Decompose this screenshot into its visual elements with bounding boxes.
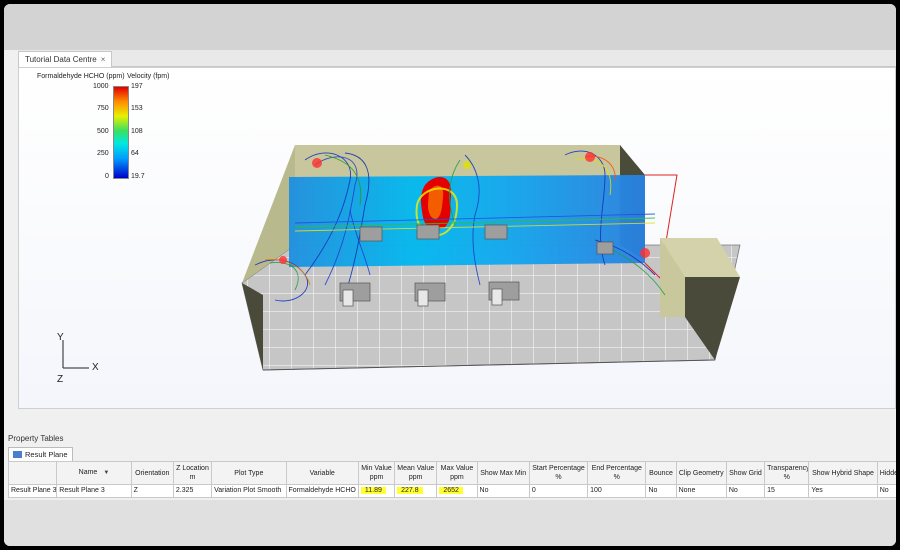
z-location-cell[interactable]: 2.325: [172, 484, 213, 498]
column-header[interactable]: Plot Type: [211, 461, 287, 485]
bottom-band: [4, 500, 896, 546]
hidden-cell[interactable]: No: [876, 484, 896, 498]
column-header[interactable]: Hidden: [876, 461, 896, 485]
video-frame: Tutorial Data Centre × Formaldehyde HCHO …: [4, 4, 896, 546]
column-header[interactable]: Z Location m: [172, 461, 213, 485]
axis-x-label: X: [92, 362, 99, 373]
column-header[interactable]: Min Value ppm: [357, 461, 396, 485]
column-header[interactable]: Bounce: [645, 461, 677, 485]
tab-label: Tutorial Data Centre: [25, 55, 97, 64]
name-cell[interactable]: Result Plane 3: [56, 484, 132, 498]
column-header[interactable]: Variable: [285, 461, 359, 485]
plot-type-cell[interactable]: Variation Plot Smooth: [211, 484, 287, 498]
column-header[interactable]: Start Percentage %: [528, 461, 589, 485]
property-table: Name ▼ Orientation Z Location m Plot Type…: [7, 461, 896, 498]
plane-icon: [13, 451, 22, 458]
column-header[interactable]: Show Grid: [725, 461, 766, 485]
sort-down-icon[interactable]: ▼: [103, 470, 109, 476]
close-icon[interactable]: ×: [101, 55, 106, 64]
column-header[interactable]: Max Value ppm: [436, 461, 478, 485]
3d-viewport[interactable]: Formaldehyde HCHO (ppm) Velocity (fpm) 1…: [18, 67, 896, 409]
tab-result-plane[interactable]: Result Plane: [8, 447, 73, 461]
row-header-cell[interactable]: Result Plane 3: [7, 484, 58, 498]
tab-result-plane-label: Result Plane: [25, 450, 68, 459]
column-header-name[interactable]: Name ▼: [56, 461, 132, 485]
axis-z-label: Z: [57, 374, 64, 385]
top-band: [4, 4, 896, 50]
axis-y-label: Y: [57, 332, 64, 343]
max-value-cell[interactable]: 2652: [436, 484, 478, 498]
show-hybrid-shape-cell[interactable]: Yes: [808, 484, 878, 498]
column-header[interactable]: Orientation: [130, 461, 174, 485]
table-row[interactable]: Result Plane 3 Result Plane 3 Z 2.325 Va…: [7, 484, 896, 498]
document-tab-bar: Tutorial Data Centre ×: [18, 50, 896, 67]
column-header: [7, 461, 58, 485]
column-header[interactable]: Clip Geometry: [675, 461, 727, 485]
mean-value-cell[interactable]: 227.8: [394, 484, 438, 498]
show-max-min-cell[interactable]: No: [476, 484, 530, 498]
data-centre-3d-scene: [241, 145, 741, 371]
variable-cell[interactable]: Formaldehyde HCHO: [285, 484, 359, 498]
bounce-cell[interactable]: No: [645, 484, 677, 498]
property-tables-label: Property Tables: [8, 434, 64, 443]
min-value-cell[interactable]: 11.89: [357, 484, 396, 498]
column-header[interactable]: Show Max Min: [476, 461, 530, 485]
transparency-cell[interactable]: 15: [764, 484, 810, 498]
column-header[interactable]: End Percentage %: [587, 461, 647, 485]
column-header[interactable]: Transparency %: [764, 461, 810, 485]
clip-geometry-cell[interactable]: None: [675, 484, 727, 498]
show-grid-cell[interactable]: No: [725, 484, 766, 498]
tab-tutorial-data-centre[interactable]: Tutorial Data Centre ×: [18, 51, 113, 67]
table-header-row: Name ▼ Orientation Z Location m Plot Type…: [7, 461, 896, 485]
end-percentage-cell[interactable]: 100: [587, 484, 647, 498]
column-header[interactable]: Show Hybrid Shape: [808, 461, 878, 485]
column-header[interactable]: Mean Value ppm: [394, 461, 438, 485]
orientation-cell[interactable]: Z: [130, 484, 174, 498]
application-window: Tutorial Data Centre × Formaldehyde HCHO …: [4, 50, 896, 500]
start-percentage-cell[interactable]: 0: [528, 484, 589, 498]
result-plane: [289, 175, 645, 267]
